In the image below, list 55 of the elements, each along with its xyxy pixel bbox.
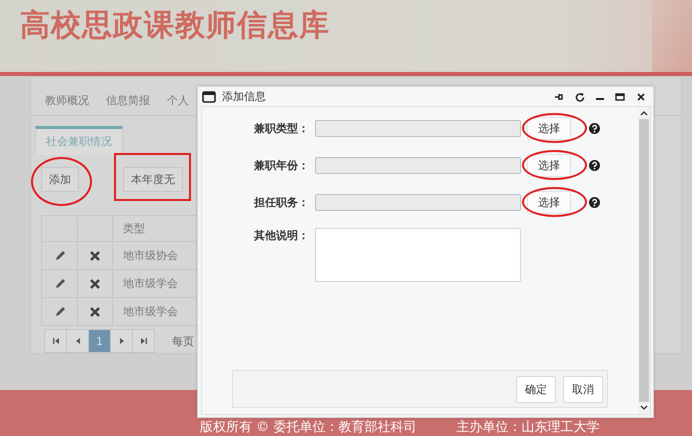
pin-icon [554,92,564,102]
table-cell-text: 地市级学会 [122,304,178,320]
close-icon [90,250,100,260]
help-icon [589,197,600,208]
scrollbar[interactable] [638,107,650,414]
toolbar-button[interactable]: 添加 [41,167,79,192]
nav-link[interactable]: 教师概况 [45,92,89,108]
table-cell-text: 地市级学会 [122,276,178,292]
next-page-icon [118,337,126,345]
field-label: 兼职年份： [253,158,309,173]
toolbar-button[interactable]: 本年度无 [123,167,183,192]
previous-page-icon [74,337,82,345]
pencil-icon [54,278,66,290]
input-field[interactable] [315,120,521,137]
field-label: 其他说明： [253,228,309,243]
dialog-button[interactable]: 取消 [563,376,603,402]
dialog-button[interactable]: 确定 [516,376,556,402]
scroll-down-icon [640,405,648,411]
dialog-title: 添加信息 [222,89,267,104]
flag-drawing [652,0,692,72]
table-cell-text: 地市级协会 [122,248,178,264]
last-page-icon [140,337,148,345]
footer-text: 版权所有 © 委托单位：教育部社科司 [200,421,416,435]
footer-text: 主办单位：山东理工大学 [456,421,600,435]
nav-link[interactable]: 个人 [167,92,189,108]
first-page-button[interactable] [44,329,67,353]
select-button[interactable]: 选择 [527,117,571,140]
close-icon [90,306,100,316]
input-field[interactable] [315,194,521,211]
input-field[interactable] [315,157,521,174]
text-area[interactable] [315,228,521,282]
help-icon [589,160,600,171]
first-page-icon [52,337,60,345]
scroll-up-icon [640,110,648,116]
close-icon [90,278,100,288]
refresh-icon [575,92,585,102]
nav-link[interactable]: 信息简报 [106,92,150,108]
select-button[interactable]: 选择 [527,191,571,214]
last-page-button[interactable] [132,329,155,353]
site-title: 高校思政课教师信息库 [20,6,330,44]
field-label: 担任职务： [252,195,309,210]
pencil-icon [54,250,66,262]
column-header: 类型 [122,221,145,237]
scrollbar-thumb[interactable] [639,119,649,402]
close-icon [636,92,646,102]
previous-page-button[interactable] [66,329,89,353]
pencil-icon [54,306,66,318]
window-icon [202,90,216,102]
maximize-icon [615,92,625,102]
next-page-button[interactable] [110,329,133,353]
field-label: 兼职类型： [253,121,309,136]
help-icon [589,123,600,134]
minimize-icon [596,98,604,100]
page-size-label: 每页 [172,334,194,348]
select-button[interactable]: 选择 [527,154,571,177]
